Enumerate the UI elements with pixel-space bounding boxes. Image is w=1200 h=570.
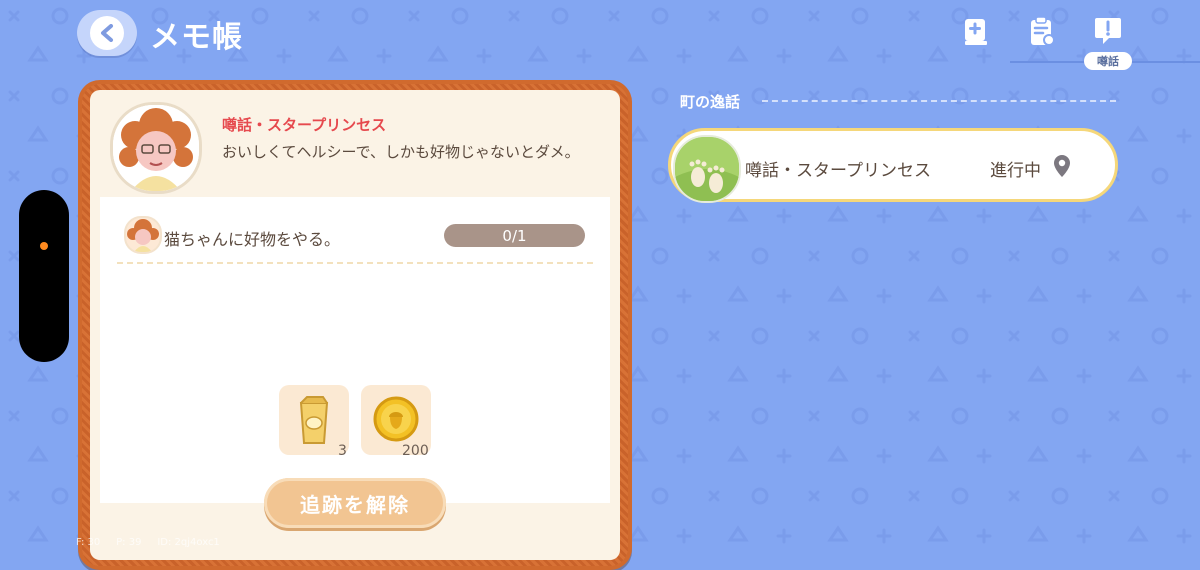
untrack-button[interactable]: 追跡を解除 [264,478,446,528]
rumor-status: 進行中 [990,161,1041,181]
rumor-name: 噂話・スタープリンセス [745,161,931,181]
section-divider [762,100,1116,102]
divider [117,262,593,264]
avatar [110,102,202,194]
clipboard-check-icon[interactable] [1024,14,1060,50]
tab-rumor-label: 噂話 [1084,52,1132,70]
reward-count: 3 [338,443,347,459]
book-plus-icon[interactable] [958,14,994,50]
section-title: 町の逸話 [680,93,741,111]
reward-count: 200 [402,443,429,459]
chat-exclamation-icon[interactable] [1090,12,1126,48]
notification-dot [40,242,48,250]
task-text: 猫ちゃんに好物をやる。 [164,230,341,249]
page-title: メモ帳 [150,20,243,55]
location-pin-icon[interactable] [1052,154,1072,178]
npc-small-avatar [124,216,162,254]
debug-overlay: F: 30 P: 39 ID: 2qj4oxc1 [76,537,220,548]
footprint-icon [673,135,741,203]
task-progress: 0/1 [444,224,585,247]
back-button[interactable] [77,10,137,56]
chevron-left-icon [90,16,124,50]
npc-description: おいしくてヘルシーで、しかも好物じゃないとダメ。 [222,143,580,161]
npc-name: 噂話・スタープリンセス [222,116,387,134]
side-handle[interactable] [19,190,69,362]
